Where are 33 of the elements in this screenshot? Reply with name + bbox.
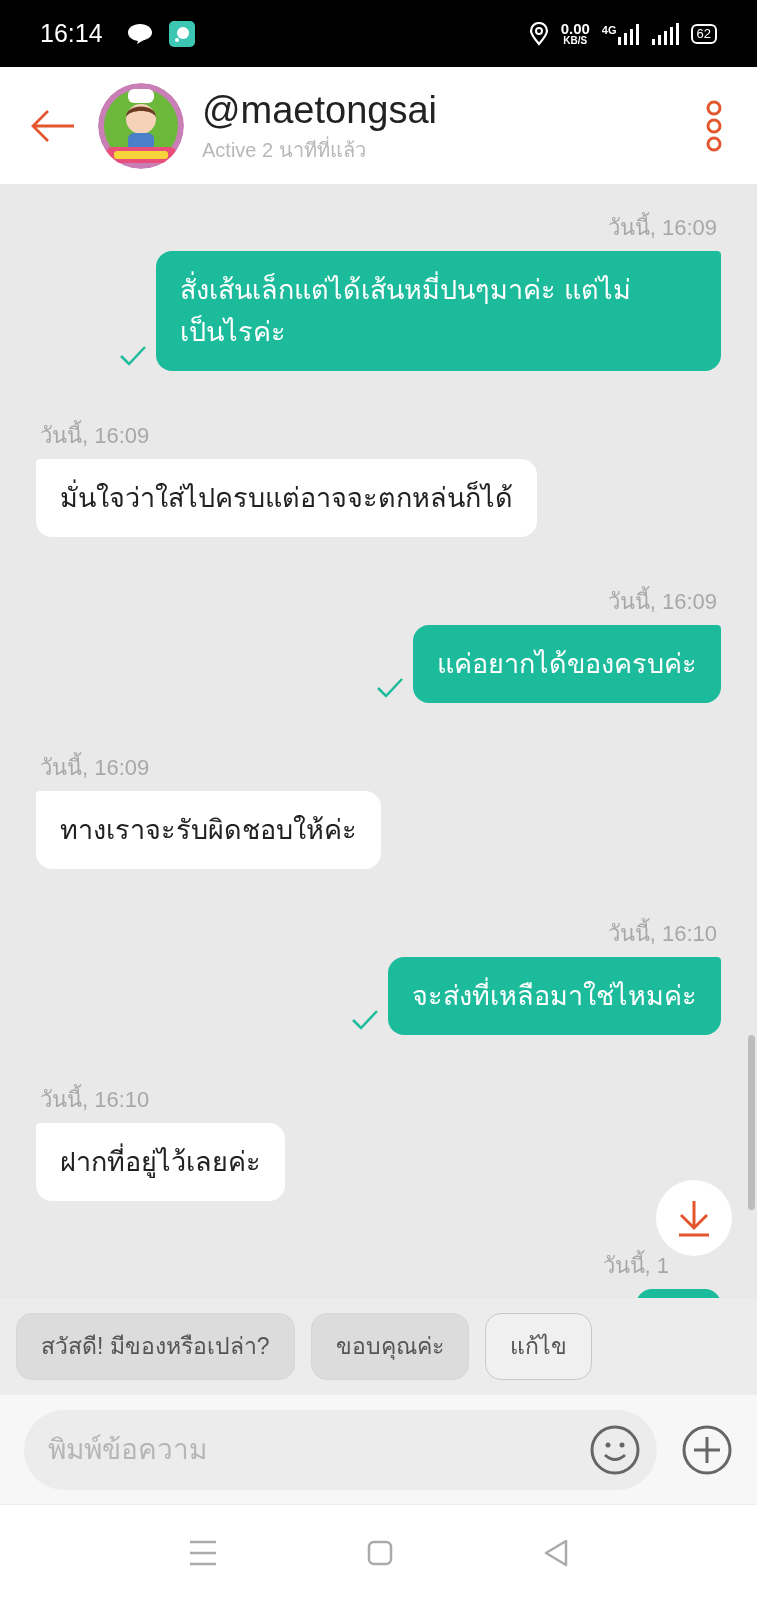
message-time: วันนี้, 1 xyxy=(598,1251,673,1281)
battery-indicator: 62 xyxy=(690,23,717,44)
chat-bubble-icon xyxy=(126,22,153,45)
emoji-icon[interactable] xyxy=(589,1423,641,1476)
add-icon[interactable] xyxy=(681,1423,733,1476)
message-bubble: ฝากที่อยู่ไว้เลยค่ะ xyxy=(36,1123,285,1201)
menu-icon[interactable] xyxy=(188,1539,217,1566)
message-bubble: จะส่งที่เหลือมาใช่ไหมค่ะ xyxy=(388,957,721,1035)
active-status: Active 2 นาทีที่แล้ว xyxy=(202,135,367,163)
contact-name: @maetongsai xyxy=(202,87,438,132)
quick-reply-chip[interactable]: แก้ไข xyxy=(484,1313,592,1380)
quick-reply-chip[interactable]: ขอบคุณค่ะ xyxy=(310,1313,469,1380)
back-icon[interactable] xyxy=(542,1537,569,1568)
network-speed: 0.00 xyxy=(560,21,590,36)
quick-reply-chip[interactable]: สวัสดี! มีของหรือเปล่า? xyxy=(16,1313,295,1380)
message-bubble: ทางเราจะรับผิดชอบให้ค่ะ xyxy=(36,791,381,869)
home-icon[interactable] xyxy=(366,1539,393,1566)
clock: 16:14 xyxy=(40,17,103,49)
location-icon xyxy=(528,21,549,46)
network-type: 4G xyxy=(601,23,617,38)
message-time: วันนี้, 16:09 xyxy=(36,753,154,783)
message-time: วันนี้, 16:10 xyxy=(36,1085,154,1115)
message-bubble: สั่งเส้นเล็กแต่ได้เส้นหมี่ปนๆมาค่ะ แต่ไม่เป็นไรค่ะ xyxy=(156,251,721,371)
message-time: วันนี้, 16:09 xyxy=(603,213,721,243)
message-time: วันนี้, 16:09 xyxy=(603,587,721,617)
signal-icon xyxy=(650,22,679,45)
message-time: วันนี้, 16:09 xyxy=(36,421,154,451)
message-time: วันนี้, 16:10 xyxy=(603,919,721,949)
message-bubble: แค่อยากได้ของครบค่ะ xyxy=(413,625,721,703)
speed-unit: KB/S xyxy=(563,36,588,46)
message-bubble: มั่นใจว่าใส่ไปครบแต่อาจจะตกหล่นก็ได้ xyxy=(36,459,537,537)
app-icon xyxy=(168,20,195,47)
signal-icon xyxy=(616,22,639,45)
